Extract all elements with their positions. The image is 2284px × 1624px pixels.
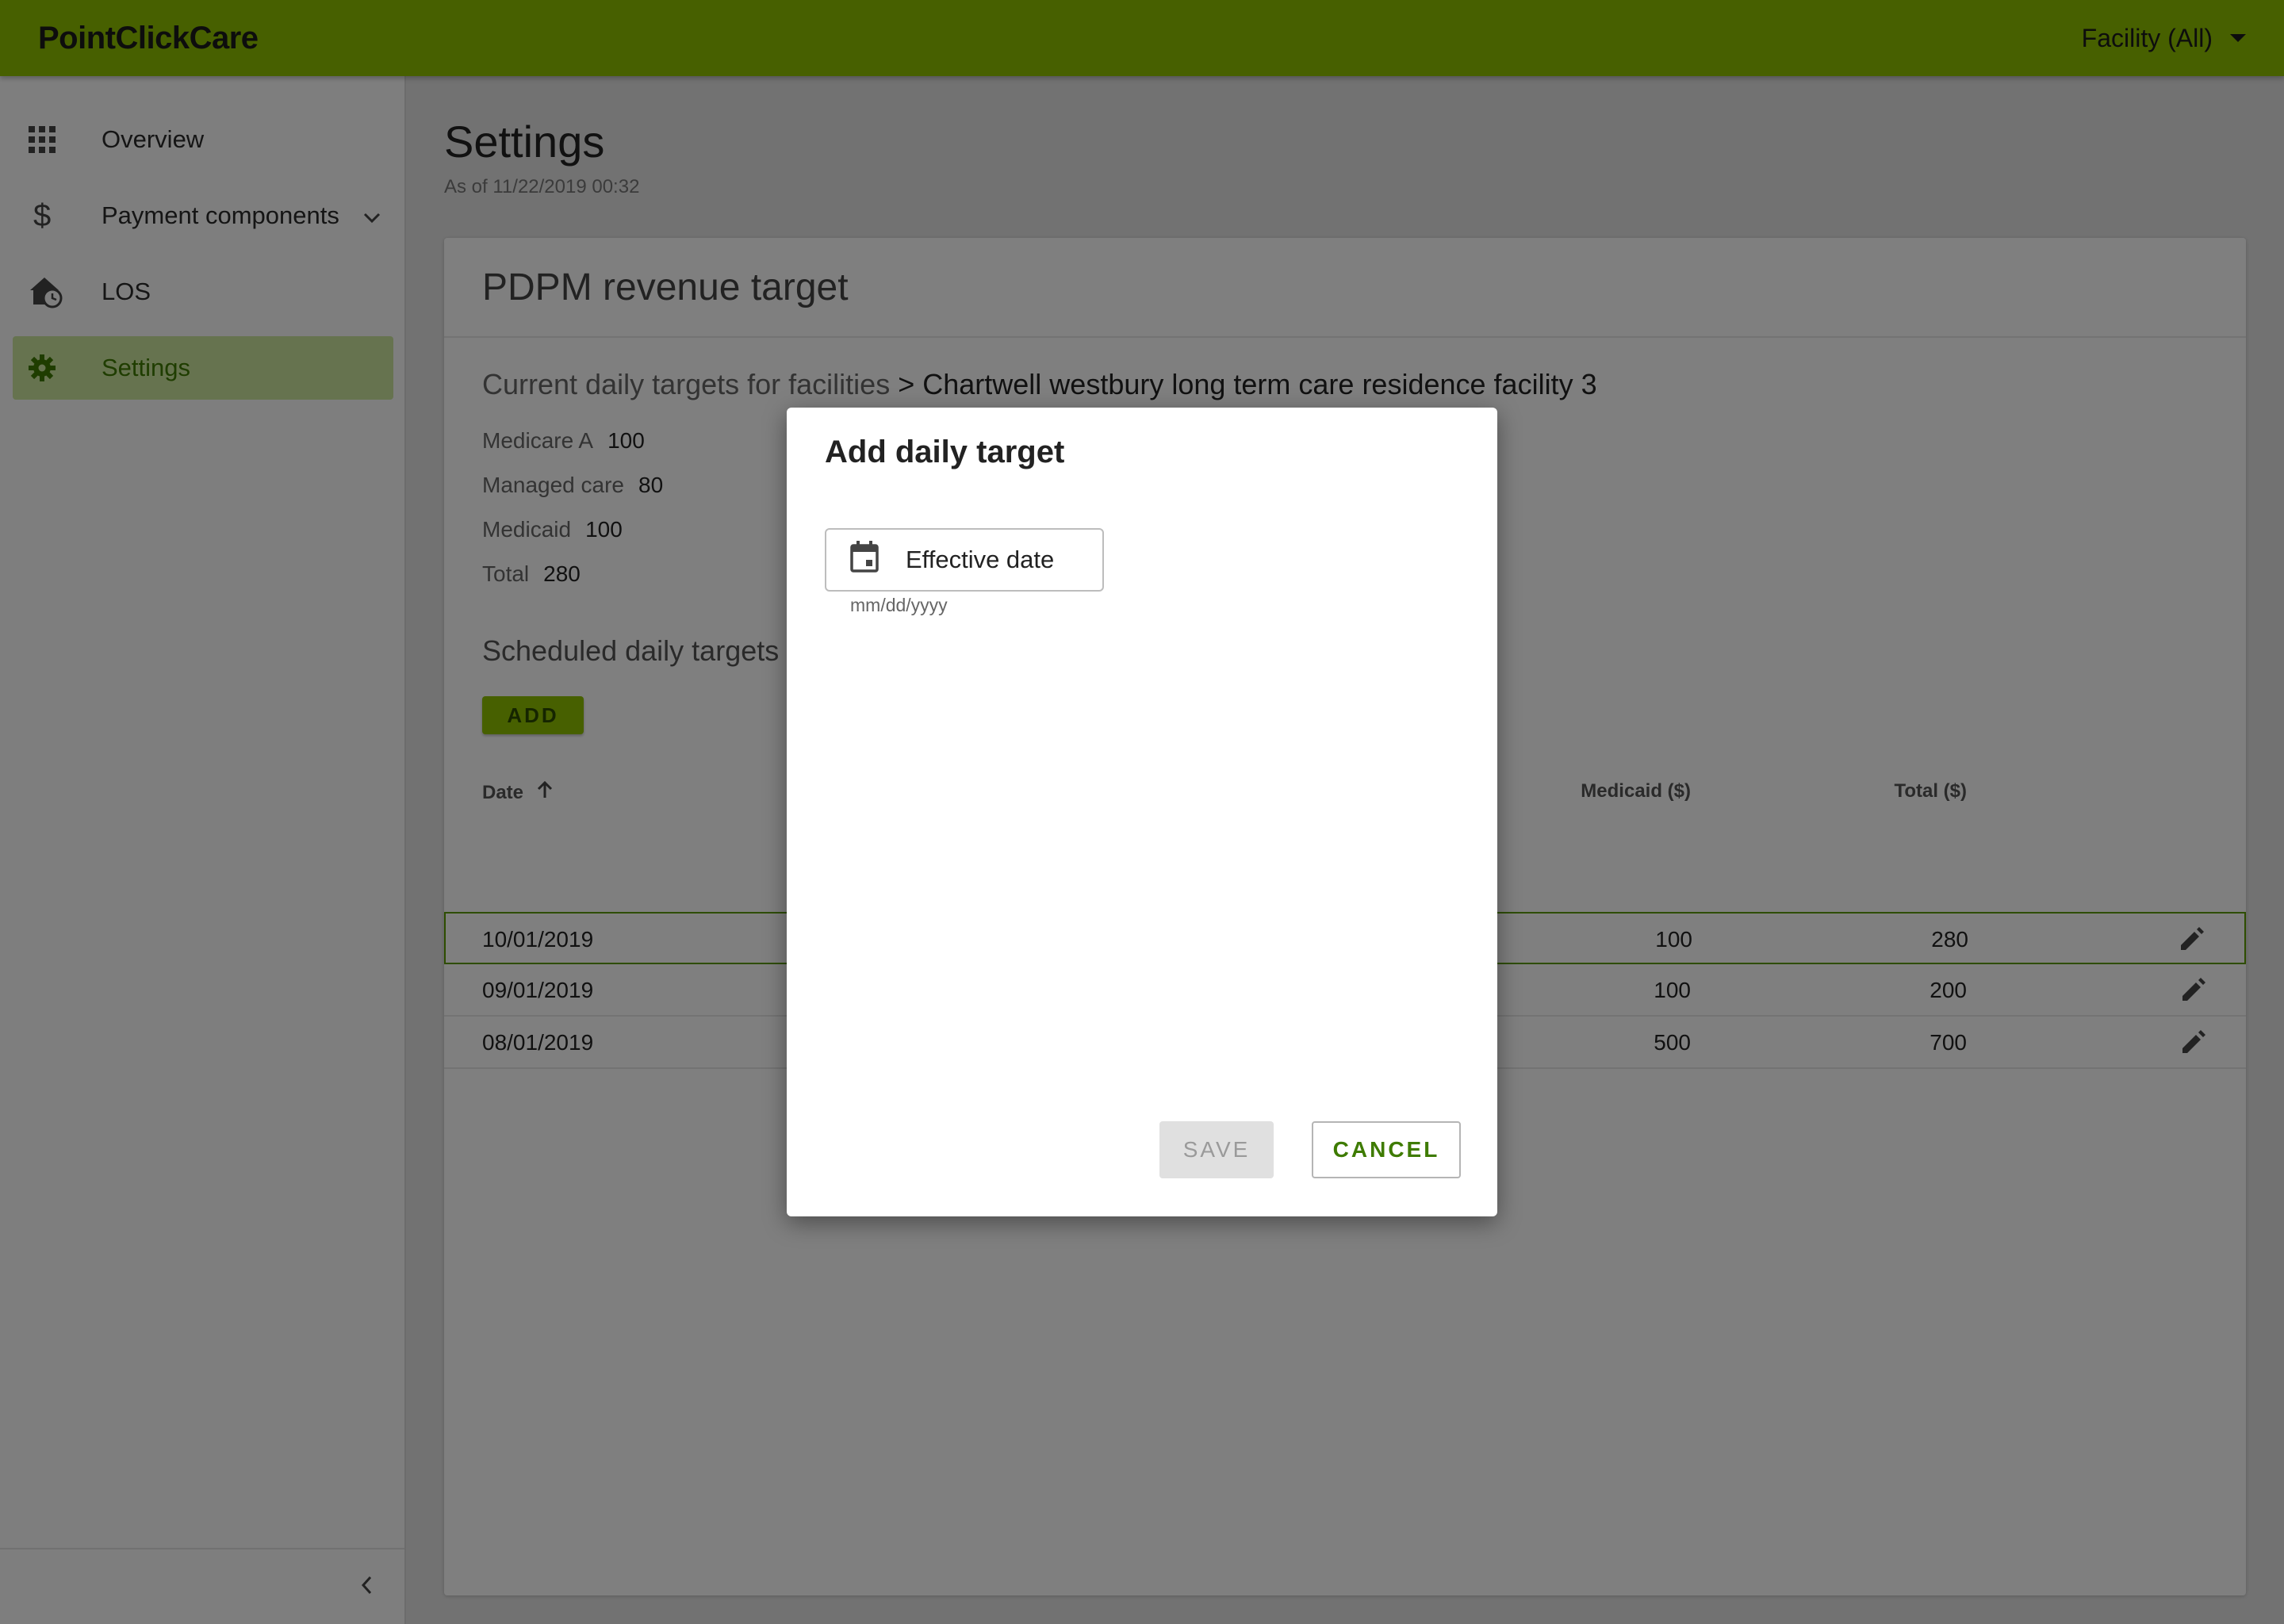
calendar-icon <box>850 541 879 579</box>
effective-date-label: Effective date <box>906 546 1055 573</box>
add-daily-target-dialog: Add daily target Effective date mm/dd/yy… <box>787 408 1497 1216</box>
date-format-hint: mm/dd/yyyy <box>850 595 948 615</box>
cancel-button[interactable]: CANCEL <box>1312 1121 1461 1178</box>
save-button[interactable]: SAVE <box>1159 1121 1274 1178</box>
dialog-title: Add daily target <box>825 435 1065 469</box>
effective-date-button[interactable]: Effective date <box>825 528 1104 592</box>
